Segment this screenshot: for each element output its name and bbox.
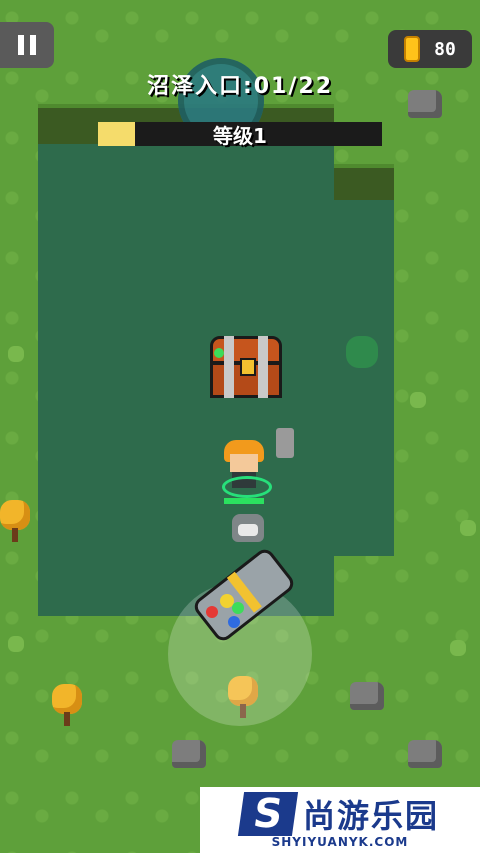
watermark-name: 尚游乐园 xyxy=(302,797,439,835)
blue-gem-icon xyxy=(228,616,240,628)
pause-button[interactable] xyxy=(0,22,54,68)
player-selection-ring xyxy=(222,476,272,498)
treasure-chest[interactable] xyxy=(210,336,282,400)
level-label: 等级1 xyxy=(213,124,267,148)
bush xyxy=(346,336,378,368)
bush xyxy=(8,636,24,652)
chest-band xyxy=(258,336,268,398)
chest-band xyxy=(224,336,234,398)
watermark-url: SHYIYUANYK.COM xyxy=(271,835,409,849)
pause-icon-bar xyxy=(30,35,36,55)
swamp-area-right xyxy=(334,196,394,556)
chest-lock-icon xyxy=(240,358,256,376)
weapon-gems xyxy=(206,590,252,630)
coin-counter: 80 xyxy=(388,30,472,68)
site-watermark: S 尚游乐园 SHYIYUANYK.COM xyxy=(200,787,480,853)
bush xyxy=(8,346,24,362)
pet-cat xyxy=(232,514,264,542)
yellow-tree xyxy=(52,684,82,726)
swamp-area xyxy=(38,140,334,616)
red-gem-icon xyxy=(206,606,218,618)
rock xyxy=(350,682,384,710)
rock xyxy=(172,740,206,768)
player-face xyxy=(230,454,258,472)
pause-icon-bar xyxy=(18,35,24,55)
yellow-tree xyxy=(0,500,30,542)
bush xyxy=(450,640,466,656)
boot-item-icon[interactable] xyxy=(276,428,294,458)
bush xyxy=(410,392,426,408)
stage-progress-label: 沼泽入口:01/22 xyxy=(146,74,334,99)
player-health-bar xyxy=(224,498,264,504)
rock xyxy=(408,740,442,768)
watermark-logo-icon: S xyxy=(237,791,299,837)
green-gem-icon xyxy=(232,602,244,614)
swamp-ledge-right xyxy=(334,164,394,200)
coin-count: 80 xyxy=(434,38,456,60)
coin-icon xyxy=(404,36,421,62)
bush xyxy=(460,520,476,536)
player-health-fill xyxy=(224,498,264,504)
level-progress-bar: 等级1 xyxy=(98,122,382,148)
green-gem-icon xyxy=(214,348,224,358)
